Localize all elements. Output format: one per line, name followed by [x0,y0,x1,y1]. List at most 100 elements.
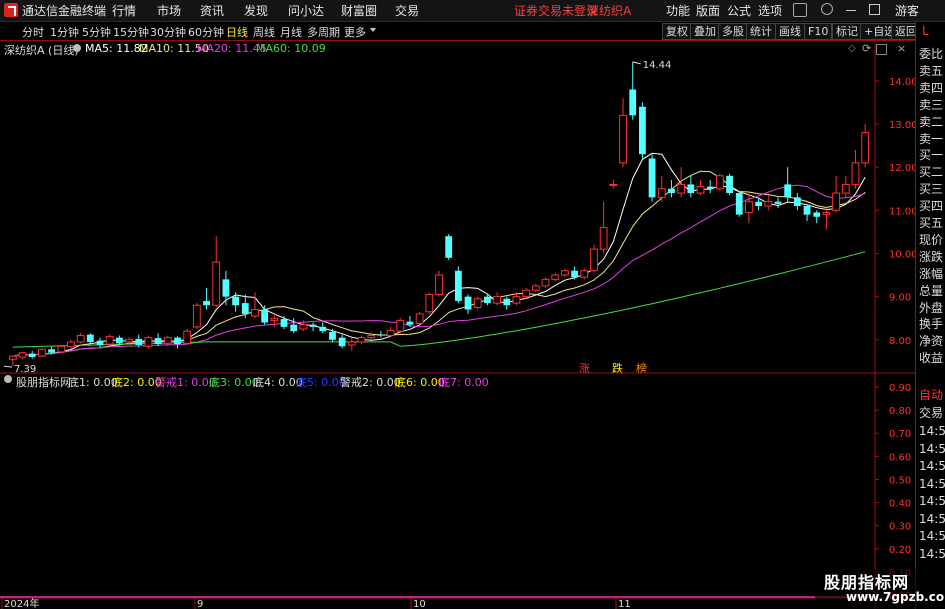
menu-item-market[interactable]: 市场 [157,2,181,19]
period-1min[interactable]: 1分钟 [50,24,79,40]
candle-body [715,175,724,190]
tick-time-0: 14:56 [919,424,945,438]
candle-body [174,337,181,345]
candle-body [512,296,521,304]
period-15min[interactable]: 15分钟 [113,24,149,40]
period-daily[interactable]: 日线 [226,24,248,40]
menu-item-formula[interactable]: 公式 [727,2,751,19]
candle-body [813,212,821,217]
mark-button[interactable]: 标记 [832,23,862,40]
candle-body [745,201,753,213]
tick-time-4: 14:56 [919,494,945,508]
quote-label-17: 净资 [919,334,944,349]
menu-item-trade[interactable]: 交易 [395,2,419,19]
period-timeshare[interactable]: 分时 [22,24,44,40]
candle-body [338,337,346,347]
candle-body [290,324,298,332]
candle-body [212,261,221,306]
indicator-tick-label: 0.60 [889,452,911,463]
max-pointer [632,61,641,65]
trade-label-0[interactable]: 自动 [919,386,943,403]
candle-body [571,270,578,278]
candle-body [687,184,695,194]
menu-item-wealth[interactable]: 财富圈 [341,2,377,19]
quote-label-16: 换手 [919,317,944,332]
candle-body [18,352,27,358]
min-pointer [3,365,13,368]
menu-item-layout[interactable]: 版面 [696,2,720,19]
menu-item-options[interactable]: 选项 [758,2,782,19]
menu-item-function[interactable]: 功能 [666,2,690,19]
maximize-icon[interactable] [869,4,880,15]
candle-body [522,289,531,298]
candle-body [551,274,560,280]
tick-time-1: 14:56 [919,441,945,456]
candle-body [657,188,666,198]
period-60min[interactable]: 60分钟 [188,24,224,40]
quote-label-9: 买四 [919,199,944,214]
tick-time-2: 14:56 [919,459,945,473]
chevron-down-icon[interactable] [370,28,376,32]
menu-item-quotes[interactable]: 行情 [112,2,136,19]
trade-label-1[interactable]: 交易 [919,404,943,421]
candle-body [445,236,453,258]
message-icon[interactable] [793,3,807,17]
period-30min[interactable]: 30分钟 [150,24,186,40]
candle-body [484,296,491,304]
f10-button[interactable]: F10 [804,23,833,40]
statistics-button[interactable]: 统计 [746,23,776,40]
candle-body [648,158,656,198]
candle-body [803,206,811,215]
max-price-label: 14.44 [643,60,672,71]
indicator-tick-label: 0.80 [889,406,911,417]
candle-body [396,319,405,332]
tick-time-7: 14:56 [919,546,945,561]
quote-label-18: 收益 [919,351,944,366]
menu-item-discover[interactable]: 发现 [244,2,268,19]
candle-body [377,334,385,336]
period-weekly[interactable]: 周线 [253,24,275,40]
minimize-icon[interactable] [846,10,856,11]
panel-marker: L [922,24,929,38]
restore-rights-button[interactable]: 复权 [662,23,692,40]
price-tick-label: 13.00 [889,120,915,131]
overlay-button[interactable]: 叠加 [690,23,720,40]
login-warning[interactable]: 证券交易未登录 [514,2,598,19]
candle-body [96,340,104,345]
candle-body [425,293,434,313]
user-icon[interactable] [821,3,833,15]
period-more[interactable]: 更多 [344,24,366,40]
candle-body [696,186,705,194]
period-5min[interactable]: 5分钟 [82,24,111,40]
tick-time-6: 14:56 [919,529,945,543]
menu-item-news[interactable]: 资讯 [200,2,224,19]
candle-body [435,274,443,295]
candle-body [38,348,46,357]
candle-body [57,345,66,353]
period-monthly[interactable]: 月线 [280,24,302,40]
quote-label-7: 买二 [919,165,944,180]
time-tick-label: 11 [618,599,631,609]
candle-body [386,329,395,336]
menu-item-ask[interactable]: 问小达 [288,2,324,19]
draw-line-button[interactable]: 画线 [775,23,805,40]
candle-body [125,339,133,343]
candle-body [677,183,686,194]
candle-body [367,334,376,339]
candle-body [668,188,675,194]
quote-label-3: 卖三 [919,97,944,112]
guest-label[interactable]: 游客 [895,2,919,19]
candle-body [784,184,792,198]
candle-body [67,341,75,348]
quote-label-5: 卖一 [919,131,944,146]
quote-label-11: 现价 [919,232,944,247]
candle-body [86,334,94,342]
period-multi[interactable]: 多周期 [307,24,340,40]
candle-body [347,341,356,346]
indicator-tick-label: 0.50 [889,475,911,486]
multi-stock-button[interactable]: 多股 [718,23,748,40]
candle-body [464,296,472,310]
kline-chart[interactable]: 14.00 13.00 12.00 11.00 10.00 9.00 8.00 0.90 0.8… [0,40,915,609]
price-tick-label: 12.00 [889,163,915,174]
candle-body [415,313,424,324]
